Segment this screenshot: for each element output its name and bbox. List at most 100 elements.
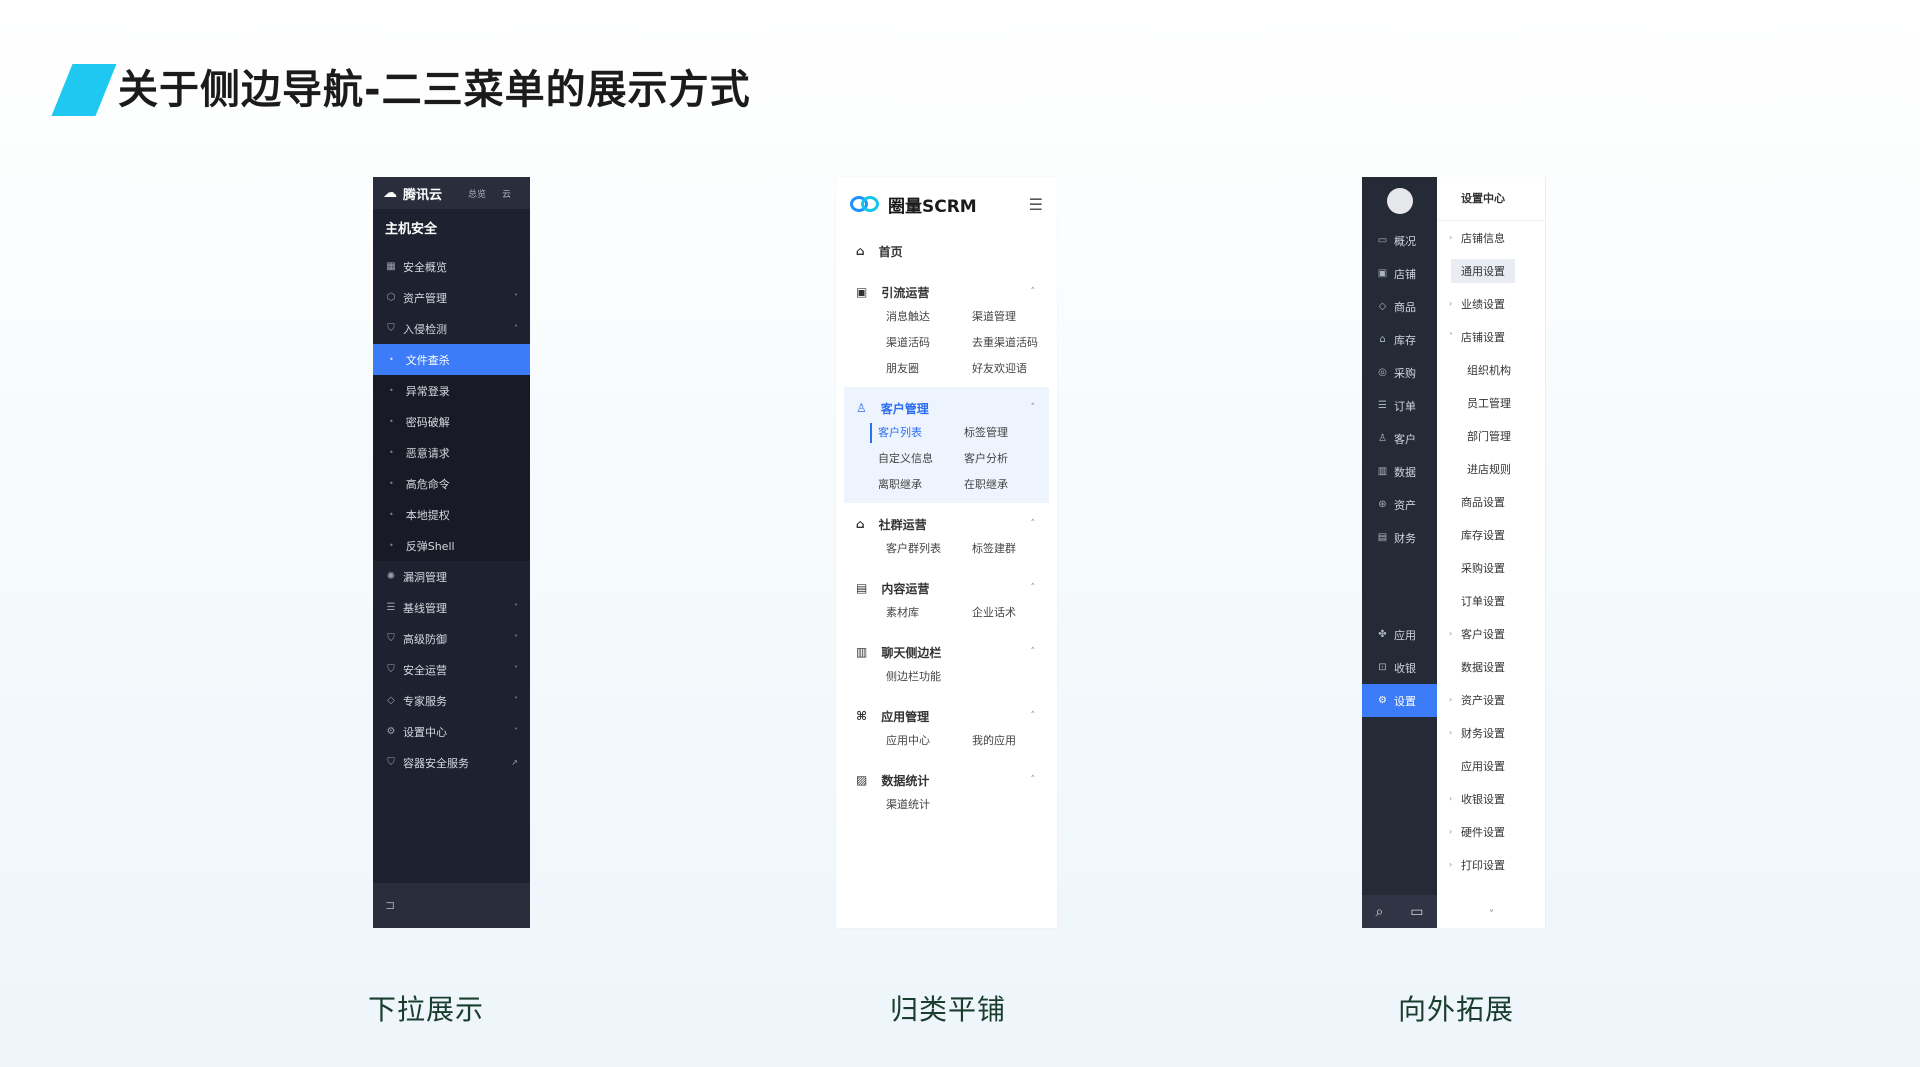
collapse-icon[interactable]: ⊐ xyxy=(373,883,530,928)
menu-item[interactable]: 渠道统计 xyxy=(886,795,972,815)
secondary-item[interactable]: › 店铺信息 xyxy=(1437,221,1545,254)
rail-item[interactable]: ▭ 概况 xyxy=(1362,224,1437,257)
rail-item-icon: ⊡ xyxy=(1378,662,1387,673)
sidebar-item-label: 设置中心 xyxy=(403,725,447,739)
submenu-item[interactable]: • 恶意请求 xyxy=(373,437,530,468)
sidebar-item-home[interactable]: ⌂ 首页 xyxy=(836,231,1057,271)
rail-item[interactable]: ▥ 数据 xyxy=(1362,455,1437,488)
menu-item[interactable]: 侧边栏功能 xyxy=(886,667,972,687)
rail-item[interactable]: ☰ 订单 xyxy=(1362,389,1437,422)
menu-group-header[interactable]: ⌘ 应用管理 ˄ xyxy=(844,701,1049,731)
secondary-item[interactable]: 库存设置 xyxy=(1437,518,1545,551)
secondary-item[interactable]: › 客户设置 xyxy=(1437,617,1545,650)
menu-item[interactable]: 标签建群 xyxy=(972,539,1057,559)
sidebar-item[interactable]: ⛉ 容器安全服务 ↗ xyxy=(373,747,530,778)
secondary-item[interactable]: › 打印设置 xyxy=(1437,848,1545,881)
rail-item[interactable]: ⊛ 资产 xyxy=(1362,488,1437,521)
submenu-item[interactable]: • 密码破解 xyxy=(373,406,530,437)
menu-item[interactable]: 客户列表 xyxy=(870,423,964,443)
scroll-down-icon[interactable]: ˅ xyxy=(1437,908,1546,922)
rail-item[interactable]: ⚙ 设置 xyxy=(1362,684,1437,717)
sidebar-item[interactable]: ⬡ 资产管理 ˅ xyxy=(373,282,530,313)
secondary-item[interactable]: › 资产设置 xyxy=(1437,683,1545,716)
secondary-item[interactable]: 应用设置 xyxy=(1437,749,1545,782)
menu-item[interactable]: 渠道管理 xyxy=(972,307,1057,327)
submenu-item[interactable]: • 高危命令 xyxy=(373,468,530,499)
menu-item[interactable]: 应用中心 xyxy=(886,731,972,751)
secondary-item-label: 订单设置 xyxy=(1461,594,1505,608)
submenu-item[interactable]: • 异常登录 xyxy=(373,375,530,406)
secondary-item-label: 部门管理 xyxy=(1467,429,1511,443)
rail-item[interactable]: ◇ 商品 xyxy=(1362,290,1437,323)
sidebar-item[interactable]: ⛉ 安全运营 ˅ xyxy=(373,654,530,685)
tab-cloud[interactable]: 云 xyxy=(502,187,511,200)
menu-group-items: 客户群列表 标签建群 xyxy=(844,539,1049,559)
menu-group-header[interactable]: ⌂ 社群运营 ˄ xyxy=(844,509,1049,539)
submenu-item[interactable]: • 本地提权 xyxy=(373,499,530,530)
sidebar-item[interactable]: ▦ 安全概览 xyxy=(373,251,530,282)
menu-item[interactable]: 消息触达 xyxy=(886,307,972,327)
menu-group-header[interactable]: ▥ 聊天侧边栏 ˄ xyxy=(844,637,1049,667)
menu-item[interactable]: 素材库 xyxy=(886,603,972,623)
menu-item[interactable]: 客户群列表 xyxy=(886,539,972,559)
secondary-item[interactable]: › 硬件设置 xyxy=(1437,815,1545,848)
sidebar-item[interactable]: ⛉ 入侵检测 ˄ xyxy=(373,313,530,344)
sidebar-item[interactable]: ⛉ 高级防御 ˅ xyxy=(373,623,530,654)
secondary-item[interactable]: 数据设置 xyxy=(1437,650,1545,683)
secondary-item[interactable]: 通用设置 xyxy=(1437,254,1545,287)
menu-item[interactable]: 去重渠道活码 xyxy=(972,333,1057,353)
sidebar-item[interactable]: ✺ 漏洞管理 xyxy=(373,561,530,592)
secondary-item[interactable]: 商品设置 xyxy=(1437,485,1545,518)
secondary-item[interactable]: › 业绩设置 xyxy=(1437,287,1545,320)
tencent-dropdown-sidebar: ☁ 腾讯云 总览 云 主机安全 ▦ 安全概览 ⬡ 资产管理 ˅ ⛉ 入侵检测 ˄ • 文件查杀 •… xyxy=(373,177,530,928)
rail-item[interactable]: ⊡ 收银 xyxy=(1362,651,1437,684)
chevron-icon: ˅ xyxy=(514,634,518,643)
menu-item[interactable]: 渠道活码 xyxy=(886,333,972,353)
secondary-item[interactable]: 员工管理 xyxy=(1437,386,1545,419)
menu-item[interactable]: 标签管理 xyxy=(964,423,1050,443)
bug-icon: ✺ xyxy=(386,571,396,582)
menu-toggle-icon[interactable]: ☰ xyxy=(1029,195,1043,214)
menu-item[interactable]: 自定义信息 xyxy=(878,449,964,469)
rail-item[interactable]: ▤ 财务 xyxy=(1362,521,1437,554)
secondary-item[interactable]: ˅ 店铺设置 xyxy=(1437,320,1545,353)
submenu-item-label: 密码破解 xyxy=(405,415,450,429)
rail-item[interactable]: ▣ 店铺 xyxy=(1362,257,1437,290)
secondary-item-label: 组织机构 xyxy=(1467,363,1511,377)
menu-group-header[interactable]: ▣ 引流运营 ˄ xyxy=(844,277,1049,307)
secondary-item[interactable]: 部门管理 xyxy=(1437,419,1545,452)
submenu-item[interactable]: • 文件查杀 xyxy=(373,344,530,375)
submenu-item[interactable]: • 反弹Shell xyxy=(373,530,530,561)
message-icon[interactable]: ▭ xyxy=(1410,904,1423,920)
rail-item-icon: ⊛ xyxy=(1378,499,1387,510)
menu-item[interactable]: 好友欢迎语 xyxy=(972,359,1057,379)
menu-item[interactable]: 离职继承 xyxy=(878,475,964,495)
secondary-item[interactable]: 订单设置 xyxy=(1437,584,1545,617)
secondary-item[interactable]: 采购设置 xyxy=(1437,551,1545,584)
secondary-item[interactable]: 组织机构 xyxy=(1437,353,1545,386)
shield-icon: ⛉ xyxy=(387,757,395,768)
rail-item[interactable]: ◎ 采购 xyxy=(1362,356,1437,389)
sidebar-item[interactable]: ⚙ 设置中心 ˅ xyxy=(373,716,530,747)
secondary-item[interactable]: › 财务设置 xyxy=(1437,716,1545,749)
rail-item-icon: ⌂ xyxy=(1379,334,1386,345)
menu-group-header[interactable]: ▨ 数据统计 ˄ xyxy=(844,765,1049,795)
menu-group-header[interactable]: ▤ 内容运营 ˄ xyxy=(844,573,1049,603)
secondary-item[interactable]: › 收银设置 xyxy=(1437,782,1545,815)
search-icon[interactable]: ⌕ xyxy=(1375,904,1383,920)
menu-item[interactable]: 我的应用 xyxy=(972,731,1057,751)
sidebar-item[interactable]: ◇ 专家服务 ˅ xyxy=(373,685,530,716)
menu-item[interactable]: 企业话术 xyxy=(972,603,1057,623)
avatar[interactable] xyxy=(1386,188,1413,214)
menu-group-header[interactable]: ♙ 客户管理 ˄ xyxy=(844,393,1049,423)
menu-item[interactable]: 在职继承 xyxy=(964,475,1050,495)
rail-item[interactable]: ✤ 应用 xyxy=(1362,618,1437,651)
menu-item[interactable]: 朋友圈 xyxy=(886,359,972,379)
sidebar-topbar: ☁ 腾讯云 总览 云 xyxy=(373,177,530,209)
menu-item[interactable]: 客户分析 xyxy=(964,449,1050,469)
tab-overview[interactable]: 总览 xyxy=(468,187,486,200)
sidebar-item[interactable]: ☰ 基线管理 ˅ xyxy=(373,592,530,623)
rail-item[interactable]: ⌂ 库存 xyxy=(1362,323,1437,356)
rail-item[interactable]: ♙ 客户 xyxy=(1362,422,1437,455)
secondary-item[interactable]: 进店规则 xyxy=(1437,452,1545,485)
